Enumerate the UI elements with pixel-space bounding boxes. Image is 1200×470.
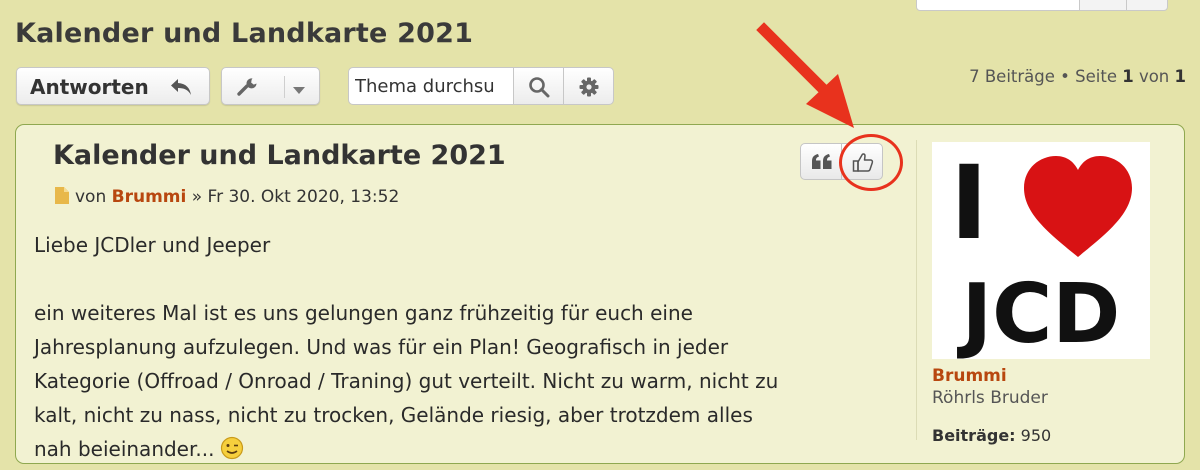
document-icon[interactable] <box>54 187 69 209</box>
current-page: 1 <box>1122 67 1134 86</box>
chevron-down-icon <box>292 81 306 100</box>
advanced-search-button[interactable] <box>563 67 614 105</box>
post-paragraph-last-line: nah beieinander... <box>34 432 894 470</box>
header-search-input[interactable] <box>916 0 1080 11</box>
topic-tools-dropdown[interactable] <box>221 67 320 105</box>
post-paragraph-line: kalt, nicht zu nass, nicht zu trocken, G… <box>34 403 753 427</box>
header-search-advanced-button[interactable] <box>1126 0 1168 11</box>
topic-search <box>348 67 614 105</box>
post-title: Kalender und Landkarte 2021 <box>53 140 506 171</box>
post-profile-divider <box>916 140 917 440</box>
topic-search-input[interactable] <box>348 67 514 105</box>
post-paragraph-line: ein weiteres Mal ist es uns gelungen gan… <box>34 301 693 325</box>
avatar-bottom-text: JCD <box>957 267 1121 359</box>
header-search-button[interactable] <box>1079 0 1127 11</box>
post-greeting: Liebe JCDler und Jeeper <box>34 233 271 257</box>
annotation-arrow-icon <box>750 20 860 139</box>
post-count: 7 Beiträge <box>969 67 1055 86</box>
topic-title: Kalender und Landkarte 2021 <box>15 18 474 49</box>
post-author-line: von Brummi » Fr 30. Okt 2020, 13:52 <box>54 187 399 209</box>
total-pages: 1 <box>1174 67 1186 86</box>
header-search <box>916 0 1168 11</box>
avatar-top-text: I <box>950 144 988 263</box>
search-button[interactable] <box>513 67 564 105</box>
avatar[interactable]: I JCD <box>932 142 1150 362</box>
wink-smiley-icon <box>220 436 244 470</box>
post-author-link[interactable]: Brummi <box>112 187 187 207</box>
reply-arrow-icon <box>169 77 193 101</box>
post-content: Liebe JCDler und Jeeper ein weiteres Mal… <box>34 228 894 470</box>
profile-post-count: Beiträge: 950 <box>932 426 1052 445</box>
reply-button[interactable]: Antworten <box>16 67 210 105</box>
post-paragraph-line: Jahresplanung aufzulegen. Und was für ei… <box>34 335 729 359</box>
post-paragraph-line: Kategorie (Offroad / Onroad / Traning) g… <box>34 369 779 393</box>
annotation-circle <box>839 134 903 191</box>
quote-button[interactable] <box>800 143 842 180</box>
wrench-icon <box>236 77 258 101</box>
heart-icon <box>1024 156 1132 257</box>
reply-button-label: Antworten <box>30 75 149 99</box>
post-date: » Fr 30. Okt 2020, 13:52 <box>186 187 400 207</box>
profile-username[interactable]: Brummi <box>932 366 1007 386</box>
profile-rank: Röhrls Bruder <box>932 388 1048 408</box>
pagination-info: 7 Beiträge • Seite 1 von 1 <box>969 67 1186 86</box>
dropdown-separator <box>284 76 285 98</box>
